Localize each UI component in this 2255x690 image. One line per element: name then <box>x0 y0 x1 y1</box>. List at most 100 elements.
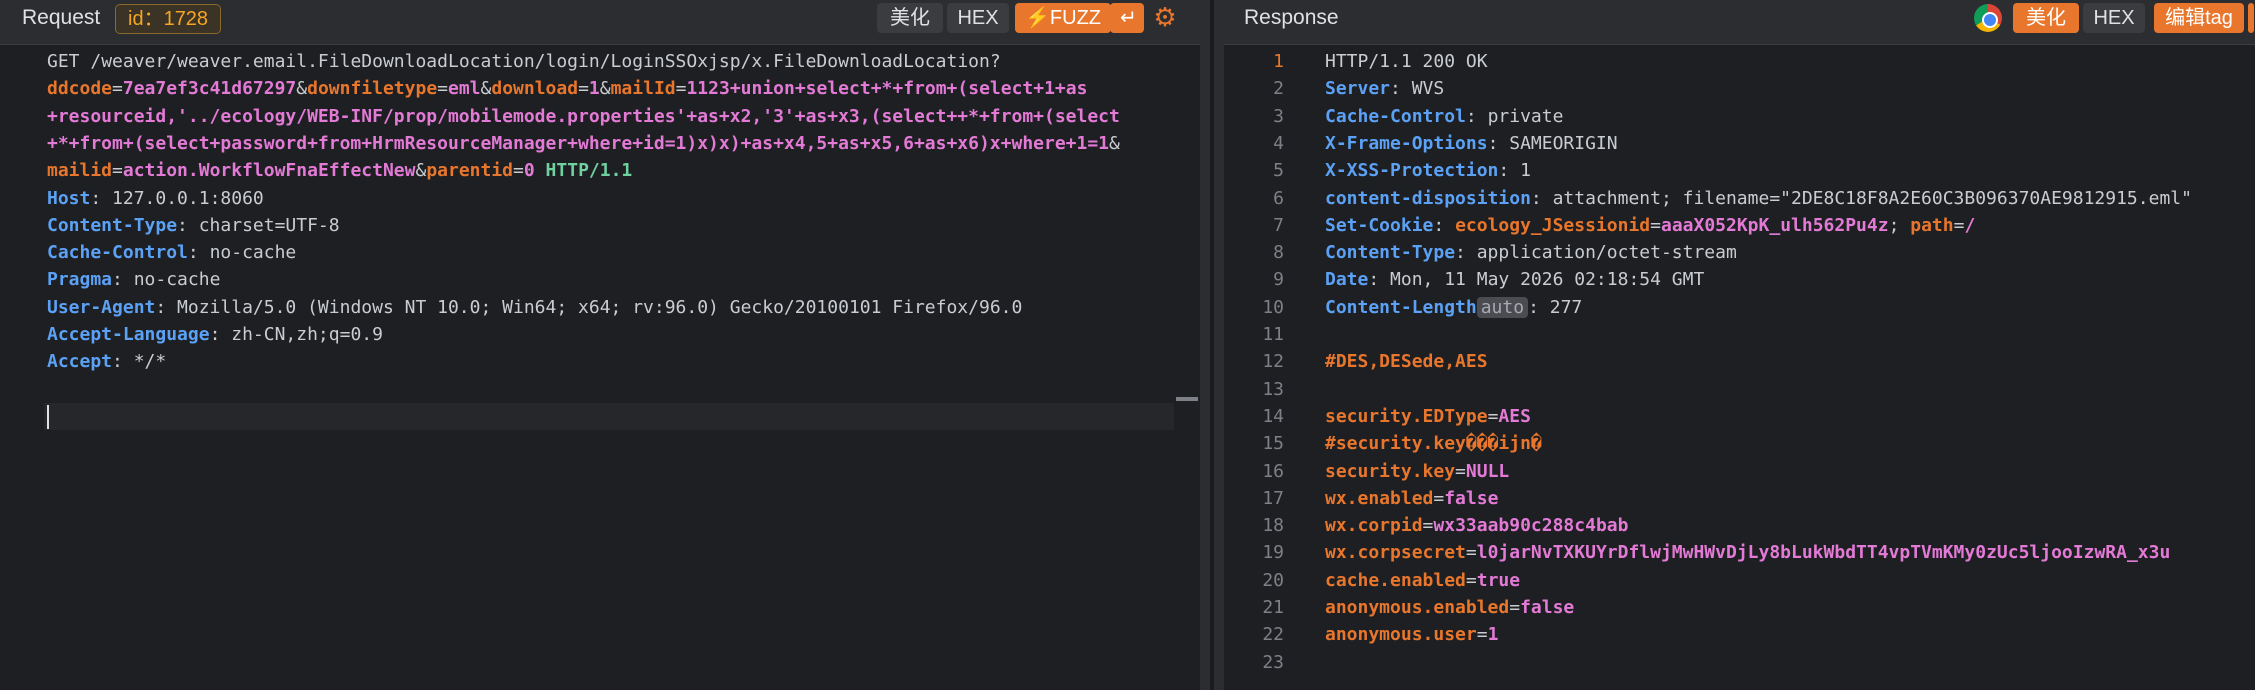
code-token: downfiletype <box>307 78 438 100</box>
request-pane: Request id：1728 美化 HEX ⚡FUZZ ↵ ⚙ GET /we… <box>0 0 1200 690</box>
request-editor[interactable]: GET /weaver/weaver.email.FileDownloadLoc… <box>0 44 1200 690</box>
code-token: = <box>1455 460 1466 482</box>
response-extra-button[interactable] <box>2248 3 2254 33</box>
code-token: : WVS <box>1390 78 1445 100</box>
code-token: Pragma <box>47 269 113 291</box>
request-line: Content-Type: charset=UTF-8 <box>47 212 340 239</box>
code-token: wx.enabled <box>1325 487 1434 509</box>
response-line: Content-Type: application/octet-stream <box>1325 239 1737 266</box>
line-number: 1 <box>1273 51 1284 72</box>
line-number: 3 <box>1273 105 1284 127</box>
code-token: aaaX052KpK_ulh562Pu4z <box>1660 214 1889 236</box>
code-token: & <box>599 78 611 100</box>
code-token: content-disposition <box>1325 187 1531 209</box>
code-token: ecology_JSessionid <box>1455 214 1651 236</box>
request-line: Cache-Control: no-cache <box>47 239 296 266</box>
code-token: = <box>675 78 687 100</box>
code-token: = <box>1476 624 1488 646</box>
code-token: wx.corpid <box>1325 515 1423 537</box>
request-line: Accept-Language: zh-CN,zh;q=0.9 <box>47 321 383 348</box>
code-token: : 127.0.0.1:8060 <box>90 187 264 209</box>
code-token: anonymous.enabled <box>1325 597 1510 618</box>
response-line: X-Frame-Options: SAMEORIGIN <box>1325 130 1618 157</box>
response-line: Date: Mon, 11 May 2026 02:18:54 GMT <box>1325 266 1704 293</box>
text-caret <box>47 405 49 429</box>
code-token: : SAMEORIGIN <box>1487 132 1618 154</box>
response-beautify-button[interactable]: 美化 <box>2013 3 2079 33</box>
code-token: Content-Type <box>47 214 178 236</box>
response-line: wx.corpid=wx33aab90c288c4bab <box>1325 512 1628 539</box>
request-scrollbar-thumb[interactable] <box>1176 397 1198 401</box>
line-number: 20 <box>1262 569 1284 591</box>
request-title: Request <box>22 6 101 29</box>
send-button[interactable]: ↵ <box>1110 3 1144 33</box>
code-token: = <box>1487 405 1499 427</box>
request-line: +resourceid,'../ecology/WEB-INF/prop/mob… <box>47 103 1120 130</box>
request-hex-button[interactable]: HEX <box>947 3 1009 33</box>
code-token: 1 <box>1487 624 1499 646</box>
code-token: / <box>1964 214 1976 236</box>
code-token: mailid <box>47 160 113 182</box>
request-fuzz-button[interactable]: ⚡FUZZ <box>1015 3 1111 33</box>
code-token: : 1 <box>1498 160 1531 182</box>
request-line: User-Agent: Mozilla/5.0 (Windows NT 10.0… <box>47 294 1022 321</box>
edit-tag-button[interactable]: 编辑tag <box>2154 3 2244 33</box>
response-line: Set-Cookie: ecology_JSessionid=aaaX052Kp… <box>1325 212 1975 239</box>
response-line: security.key=NULL <box>1325 458 1509 485</box>
request-line: Host: 127.0.0.1:8060 <box>47 185 264 212</box>
request-beautify-button[interactable]: 美化 <box>877 3 943 33</box>
response-line: #security.key���ijn� <box>1325 430 1542 457</box>
code-token: HTTP/1.1 <box>534 160 633 182</box>
code-token: Date <box>1325 269 1369 291</box>
code-token: = <box>112 78 123 100</box>
response-line: HTTP/1.1 200 OK <box>1325 48 1488 75</box>
request-line: GET /weaver/weaver.email.FileDownloadLoc… <box>47 48 1001 75</box>
code-token: & <box>480 78 492 100</box>
code-token: : Mozilla/5.0 (Windows NT 10.0; Win64; x… <box>155 296 1023 318</box>
line-number: 21 <box>1262 597 1284 618</box>
pane-splitter[interactable] <box>1200 0 1224 690</box>
line-number: 8 <box>1273 242 1284 264</box>
chrome-icon[interactable] <box>1974 4 2002 32</box>
code-token: eml <box>448 78 481 100</box>
code-token: = <box>112 160 123 182</box>
response-line: Content-Length auto: 277 <box>1325 294 1582 321</box>
enter-icon: ↵ <box>1120 7 1137 29</box>
response-line: wx.corpsecret=l0jarNvTXKUYrDflwjMwHWvDjL… <box>1325 539 2170 566</box>
code-token: anonymous.user <box>1325 624 1477 646</box>
response-line: content-disposition: attachment; filenam… <box>1325 185 2192 212</box>
code-token: : application/octet-stream <box>1455 242 1737 264</box>
code-token: security.EDType <box>1325 405 1488 427</box>
code-token: download <box>491 78 579 100</box>
line-number: 7 <box>1273 214 1284 236</box>
response-line: security.EDType=AES <box>1325 403 1531 430</box>
code-token: +resourceid,'../ecology/WEB-INF/prop/mob… <box>47 105 1120 127</box>
lightning-icon: ⚡ <box>1025 7 1050 29</box>
response-line: Cache-Control: private <box>1325 103 1563 130</box>
code-token: = <box>1465 569 1477 591</box>
line-number: 14 <box>1262 405 1284 427</box>
response-line: cache.enabled=true <box>1325 567 1520 594</box>
response-line: wx.enabled=false <box>1325 485 1498 512</box>
code-token: User-Agent <box>47 296 156 318</box>
code-token: false <box>1444 487 1499 509</box>
code-token: = <box>1509 597 1521 618</box>
code-token: : no-cache <box>112 269 221 291</box>
auto-tag: auto <box>1476 296 1529 318</box>
code-token: Content-Type <box>1325 242 1456 264</box>
code-token: = <box>1433 487 1445 509</box>
code-token: : charset=UTF-8 <box>177 214 340 236</box>
code-token: Accept <box>47 351 113 373</box>
line-number: 9 <box>1273 269 1284 291</box>
response-line: #DES,DESede,AES <box>1325 348 1488 375</box>
code-token: /weaver/weaver.email.FileDownloadLocatio… <box>90 51 1001 72</box>
line-number: 13 <box>1262 378 1284 400</box>
response-viewer[interactable]: 1 HTTP/1.1 200 OK 2 Server: WVS 3 Cache-Contr… <box>1224 44 2255 690</box>
code-token: : <box>1433 214 1456 236</box>
response-hex-button[interactable]: HEX <box>2083 3 2145 33</box>
code-token: : 277 <box>1528 296 1583 318</box>
line-number: 16 <box>1262 460 1284 482</box>
gear-icon[interactable]: ⚙ <box>1151 4 1179 32</box>
code-token: Server <box>1325 78 1391 100</box>
line-number: 18 <box>1262 515 1284 537</box>
